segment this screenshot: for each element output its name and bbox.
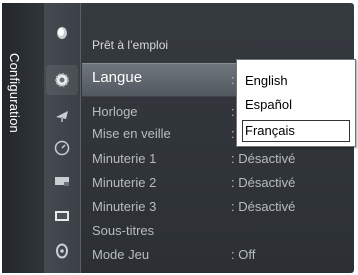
menu-item-minuterie-2[interactable]: Minuterie 2 [92, 175, 156, 191]
menu-item-sous-titres[interactable]: Sous-titres [92, 223, 154, 239]
screen-icon[interactable] [54, 208, 70, 224]
menu-divider [80, 3, 81, 273]
menu-item-plug-and-play[interactable]: Prêt à l’emploi [92, 37, 168, 53]
menu-value-mise-en-veille: : [231, 126, 235, 141]
menu-value-minuterie-2: : Désactivé [231, 175, 296, 190]
category-tab: Configuration [2, 3, 44, 273]
language-dropdown[interactable]: English Español Français [236, 59, 356, 147]
menu-value-minuterie-1: : Désactivé [231, 151, 296, 166]
menu-item-horloge[interactable]: Horloge [92, 104, 138, 120]
support-disc-icon[interactable] [54, 243, 70, 259]
timer-clock-icon[interactable] [54, 140, 70, 156]
input-source-icon[interactable] [54, 173, 70, 189]
category-icon-bar [44, 3, 80, 273]
menu-value-langue: : [231, 72, 235, 87]
menu-value-horloge: : [231, 104, 235, 119]
language-option-espanol[interactable]: Español [243, 95, 349, 115]
menu-item-minuterie-3[interactable]: Minuterie 3 [92, 199, 156, 215]
menu-item-langue[interactable]: Langue [92, 70, 142, 86]
menu-item-mode-jeu[interactable]: Mode Jeu [92, 247, 149, 263]
picture-icon[interactable] [54, 25, 70, 41]
setup-gear-icon[interactable] [46, 65, 78, 95]
language-option-francais[interactable]: Français [242, 120, 350, 142]
language-option-english[interactable]: English [243, 71, 349, 91]
menu-value-mode-jeu: : Off [231, 247, 256, 262]
category-title: Configuration [7, 53, 22, 133]
menu-item-mise-en-veille[interactable]: Mise en veille [92, 126, 171, 142]
satellite-dish-icon[interactable] [54, 107, 70, 123]
menu-value-minuterie-3: : Désactivé [231, 199, 296, 214]
menu-item-minuterie-1[interactable]: Minuterie 1 [92, 151, 156, 167]
